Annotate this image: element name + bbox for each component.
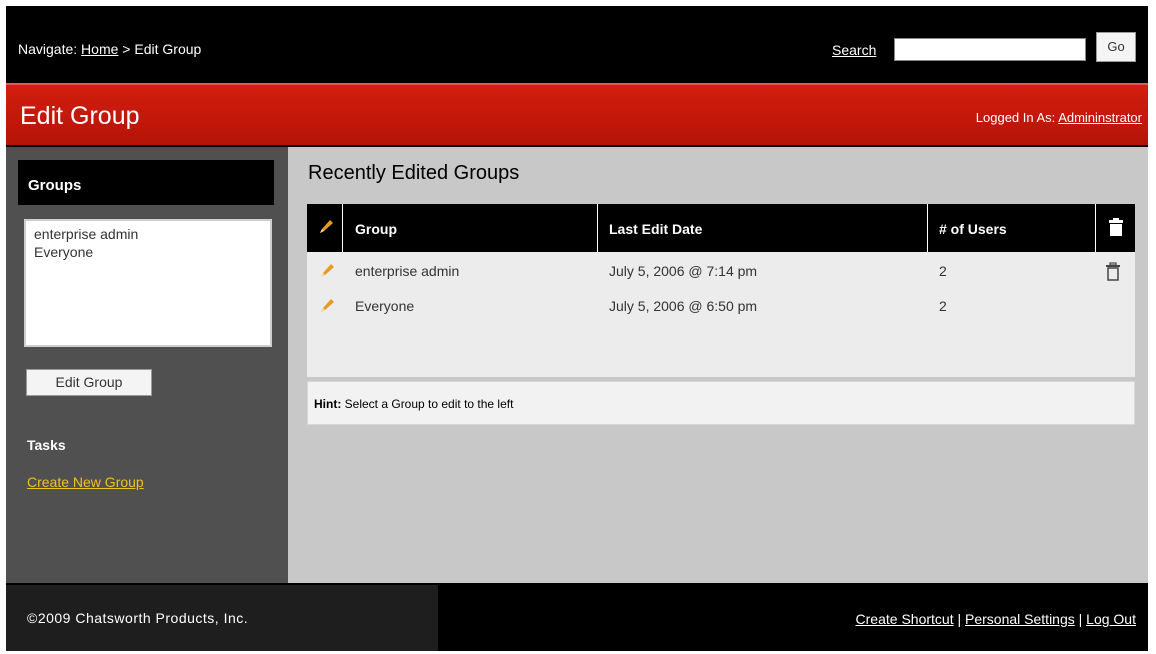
log-out-link[interactable]: Log Out bbox=[1086, 611, 1136, 627]
section-title: Recently Edited Groups bbox=[308, 162, 520, 184]
last-edit-date-cell: July 5, 2006 @ 7:14 pm bbox=[609, 263, 758, 279]
user-count-cell: 2 bbox=[939, 298, 947, 314]
column-divider bbox=[927, 204, 928, 252]
pencil-icon[interactable] bbox=[317, 261, 337, 281]
create-shortcut-link[interactable]: Create Shortcut bbox=[856, 611, 954, 627]
column-header-last-edit-date[interactable]: Last Edit Date bbox=[609, 221, 702, 237]
hint-label: Hint: bbox=[314, 397, 342, 411]
logged-in-label: Logged In As: bbox=[975, 110, 1059, 125]
group-option[interactable]: enterprise admin bbox=[34, 225, 262, 243]
group-name-cell[interactable]: enterprise admin bbox=[355, 263, 459, 279]
hint-text: Select a Group to edit to the left bbox=[341, 397, 514, 411]
breadcrumb-home-link[interactable]: Home bbox=[81, 41, 118, 57]
app-frame: Navigate: Home > Edit Group Search Go Ed… bbox=[6, 6, 1148, 651]
search-link[interactable]: Search bbox=[832, 42, 876, 58]
trash-icon bbox=[1107, 217, 1125, 242]
pencil-icon bbox=[316, 217, 336, 242]
breadcrumb: Navigate: Home > Edit Group bbox=[18, 41, 201, 57]
last-edit-date-cell: July 5, 2006 @ 6:50 pm bbox=[609, 298, 758, 314]
column-header-group[interactable]: Group bbox=[355, 221, 397, 237]
group-name-cell[interactable]: Everyone bbox=[355, 298, 414, 314]
column-divider bbox=[597, 204, 598, 252]
trash-icon[interactable] bbox=[1104, 262, 1122, 285]
group-listbox[interactable]: enterprise admin Everyone bbox=[24, 219, 272, 347]
go-button[interactable]: Go bbox=[1096, 32, 1136, 62]
group-option[interactable]: Everyone bbox=[34, 243, 262, 261]
table-row[interactable]: Everyone July 5, 2006 @ 6:50 pm 2 bbox=[307, 288, 1135, 324]
footer-link-separator: | bbox=[953, 611, 966, 627]
copyright-text: ©2009 Chatsworth Products, Inc. bbox=[6, 585, 438, 651]
footer-link-separator: | bbox=[1074, 611, 1087, 627]
hint-box: Hint: Select a Group to edit to the left bbox=[307, 381, 1135, 425]
title-bar: Edit Group Logged In As: Admininstrator bbox=[6, 83, 1148, 145]
main-content: Recently Edited Groups Group Last Edit D… bbox=[288, 147, 1148, 583]
edit-group-button[interactable]: Edit Group bbox=[26, 369, 152, 396]
logged-in-info: Logged In As: Admininstrator bbox=[976, 110, 1142, 125]
breadcrumb-separator: > bbox=[118, 41, 135, 57]
breadcrumb-current: Edit Group bbox=[134, 41, 202, 57]
column-divider bbox=[1095, 204, 1096, 252]
table-header: Group Last Edit Date # of Users bbox=[307, 204, 1135, 252]
sidebar: Groups enterprise admin Everyone Edit Gr… bbox=[6, 147, 288, 583]
column-divider bbox=[342, 204, 343, 252]
groups-table: Group Last Edit Date # of Users enterpri… bbox=[307, 204, 1135, 377]
create-new-group-link[interactable]: Create New Group bbox=[27, 474, 144, 490]
breadcrumb-prefix: Navigate: bbox=[18, 41, 82, 57]
footer: ©2009 Chatsworth Products, Inc. Create S… bbox=[6, 585, 1148, 651]
column-header-users[interactable]: # of Users bbox=[939, 221, 1007, 237]
table-row[interactable]: enterprise admin July 5, 2006 @ 7:14 pm … bbox=[307, 253, 1135, 289]
personal-settings-link[interactable]: Personal Settings bbox=[965, 611, 1075, 627]
tasks-heading: Tasks bbox=[27, 437, 66, 453]
groups-heading: Groups bbox=[18, 160, 274, 205]
user-count-cell: 2 bbox=[939, 263, 947, 279]
page-title: Edit Group bbox=[20, 102, 140, 130]
pencil-icon[interactable] bbox=[317, 296, 337, 316]
search-input[interactable] bbox=[894, 38, 1086, 61]
user-link[interactable]: Admininstrator bbox=[1058, 110, 1142, 125]
top-nav-bar: Navigate: Home > Edit Group Search Go bbox=[6, 6, 1148, 81]
footer-links: Create Shortcut | Personal Settings | Lo… bbox=[856, 611, 1136, 627]
